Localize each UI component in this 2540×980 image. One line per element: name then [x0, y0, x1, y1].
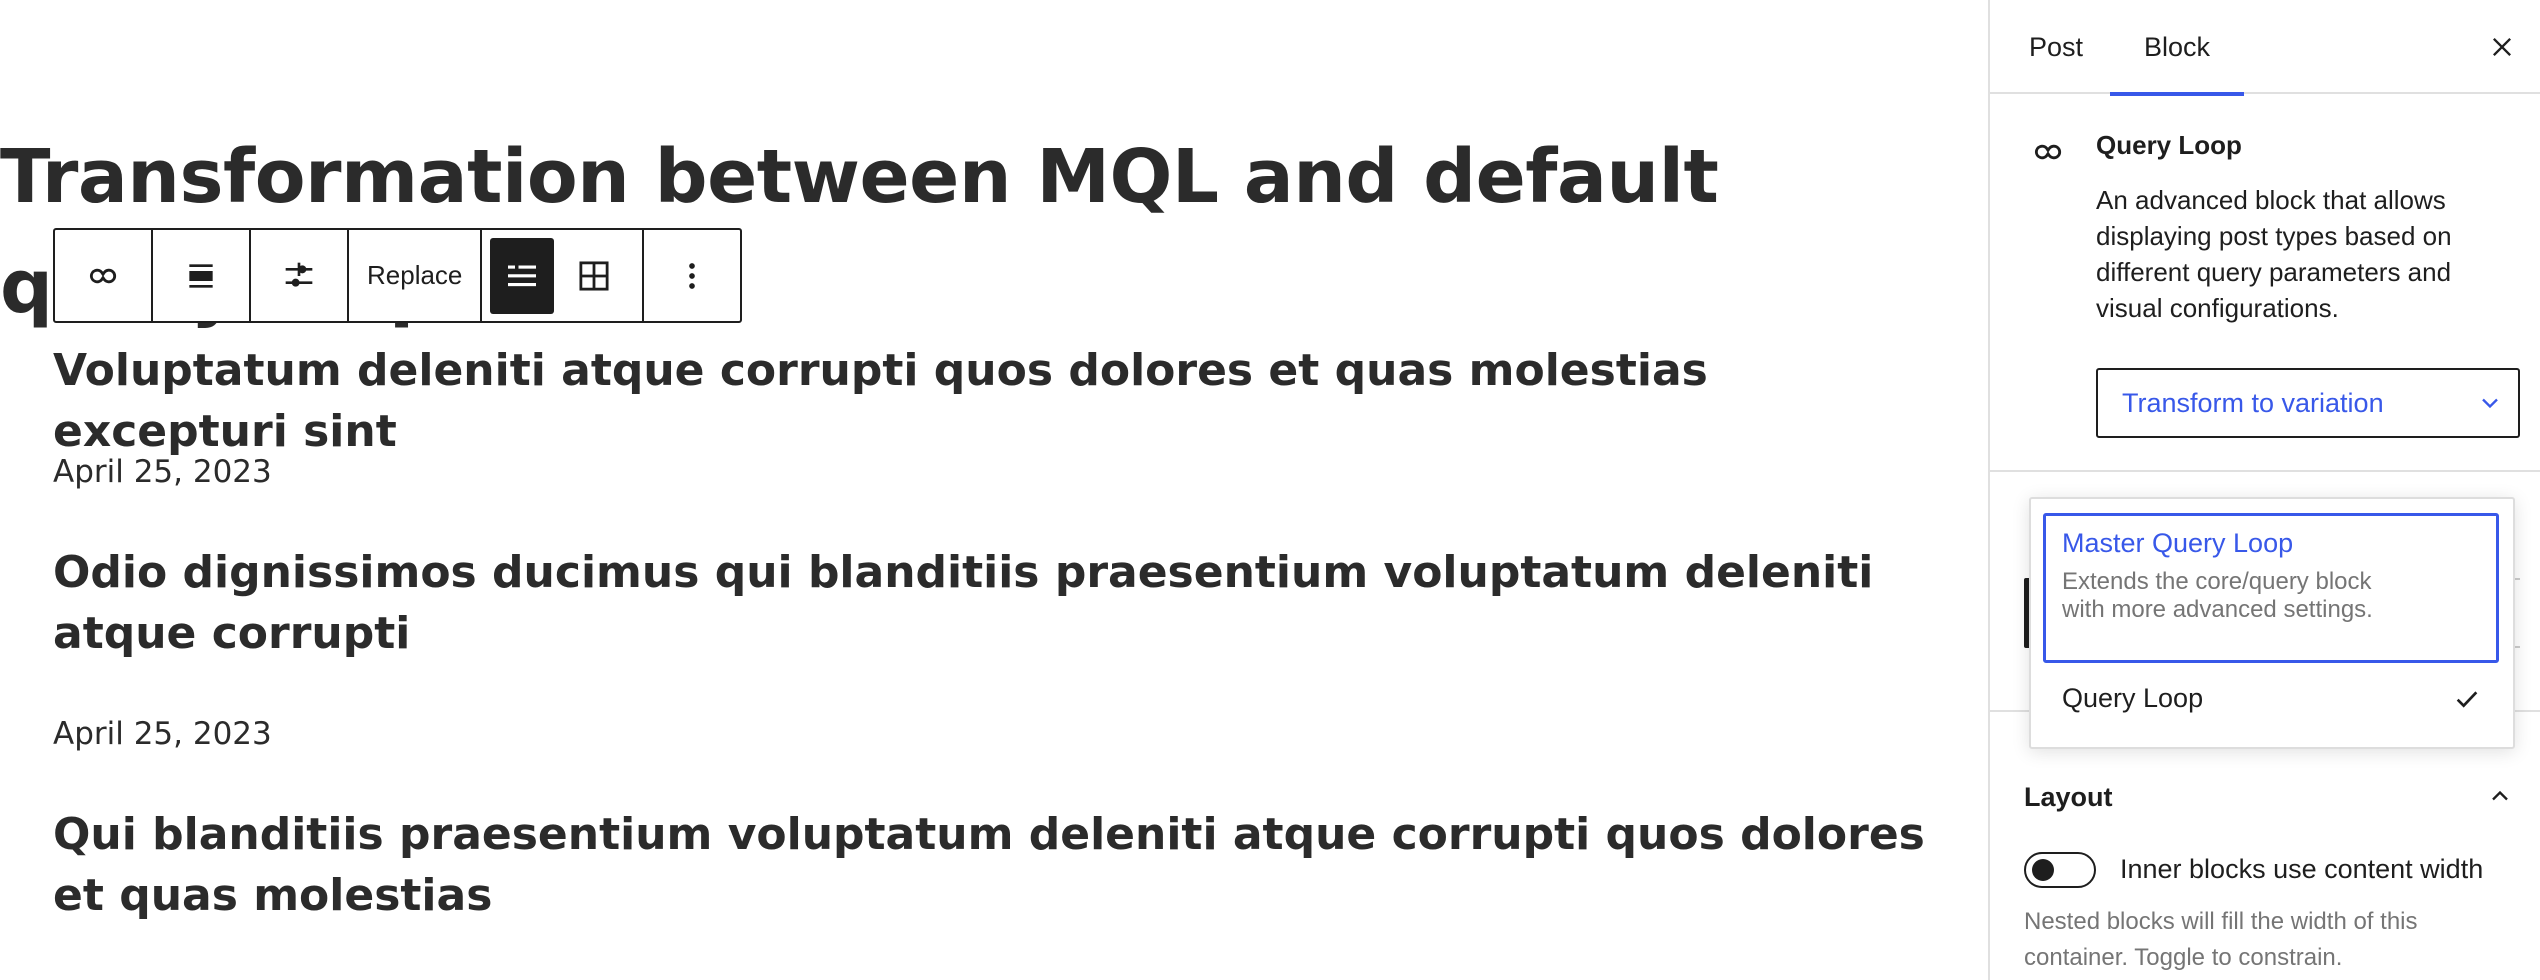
layout-panel: Layout Inner blocks use content width Ne…: [1990, 742, 2540, 980]
transform-to-variation-select[interactable]: Transform to variation: [2096, 368, 2520, 438]
list-view-button[interactable]: [490, 237, 555, 314]
editor-canvas: Transformation between MQL and default q…: [0, 0, 1988, 980]
chevron-down-icon: [2482, 398, 2498, 409]
display-settings-button[interactable]: [259, 238, 339, 314]
toolbar-group-settings: [251, 230, 349, 321]
grid-view-icon: [579, 260, 609, 291]
block-card-title: Query Loop: [2096, 130, 2242, 160]
transform-select-label: Transform to variation: [2122, 387, 2384, 418]
sidebar-header: Post Block: [1990, 0, 2540, 96]
variation-option-title: Master Query Loop: [2062, 528, 2294, 558]
toolbar-group-replace: Replace: [349, 230, 483, 321]
query-loop-icon: [2028, 132, 2068, 177]
close-icon: [2493, 38, 2511, 56]
toolbar-group-view: [482, 230, 645, 321]
toolbar-group-block: [55, 230, 153, 321]
more-options-icon: [689, 262, 696, 289]
checkmark-icon: [2451, 683, 2483, 720]
layout-help-text: Nested blocks will fill the width of thi…: [2024, 908, 2418, 971]
post-title[interactable]: Odio dignissimos ducimus qui blanditiis …: [53, 542, 1953, 664]
block-type-button[interactable]: [63, 238, 143, 314]
variation-option-query-loop[interactable]: Query Loop: [2043, 673, 2499, 731]
post-date: April 25, 2023: [53, 454, 272, 490]
post-title[interactable]: Qui blanditiis praesentium voluptatum de…: [53, 804, 1953, 926]
chevron-up-icon: [2492, 790, 2508, 801]
replace-button[interactable]: Replace: [357, 238, 472, 314]
close-sidebar-button[interactable]: [2482, 27, 2522, 67]
toolbar-group-more: [644, 230, 740, 321]
post-item[interactable]: Qui blanditiis praesentium voluptatum de…: [53, 804, 1953, 926]
post-item[interactable]: Voluptatum deleniti atque corrupti quos …: [53, 340, 1953, 490]
post-title[interactable]: Voluptatum deleniti atque corrupti quos …: [53, 340, 1953, 462]
content-width-toggle[interactable]: [2024, 852, 2096, 888]
variation-dropdown: Master Query Loop Extends the core/query…: [2029, 497, 2515, 749]
tab-block[interactable]: Block: [2110, 0, 2244, 96]
block-toolbar: Replace: [53, 228, 743, 323]
variation-option-description: Extends the core/query block with more a…: [2062, 568, 2373, 623]
settings-sliders-icon: [285, 262, 313, 287]
variation-option-master-query-loop[interactable]: Master Query Loop Extends the core/query…: [2043, 513, 2499, 663]
more-options-button[interactable]: [652, 238, 732, 314]
block-card: Query Loop An advanced block that allows…: [1990, 96, 2540, 472]
layout-heading[interactable]: Layout: [2024, 782, 2113, 813]
align-icon: [189, 263, 213, 288]
tab-post[interactable]: Post: [2008, 0, 2104, 94]
list-view-icon: [508, 265, 537, 286]
layout-collapse-button[interactable]: [2486, 782, 2514, 815]
settings-sidebar: Post Block Query Loop An advanced block …: [1988, 0, 2540, 980]
post-date: April 25, 2023: [53, 716, 272, 752]
query-loop-icon: [89, 268, 117, 283]
toggle-knob: [2032, 859, 2054, 881]
toolbar-group-align: [153, 230, 251, 321]
grid-view-button[interactable]: [554, 238, 634, 314]
block-card-description: An advanced block that allows displaying…: [2096, 185, 2452, 323]
variation-option-title: Query Loop: [2062, 683, 2204, 713]
post-item[interactable]: Odio dignissimos ducimus qui blanditiis …: [53, 542, 1953, 752]
content-width-toggle-label: Inner blocks use content width: [2120, 854, 2484, 884]
align-button[interactable]: [161, 238, 241, 314]
